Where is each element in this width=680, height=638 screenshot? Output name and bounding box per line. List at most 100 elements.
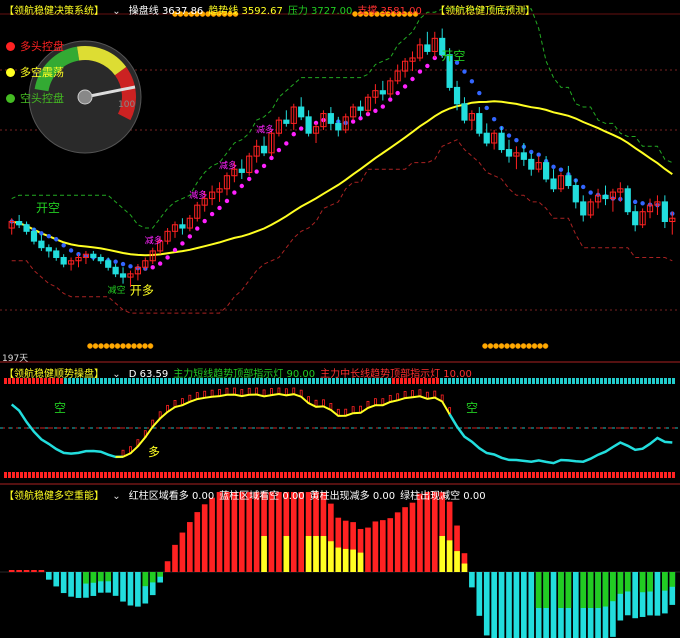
candle-body <box>238 168 245 173</box>
energy-bar-yellow <box>357 552 364 572</box>
signal-stripe-top <box>528 378 531 384</box>
operate-dot <box>54 237 59 242</box>
signal-stripe-top <box>636 378 639 384</box>
panel1-title2[interactable]: 【领航稳健顶底预测】 <box>435 6 535 17</box>
signal-stripe-bottom <box>52 472 55 478</box>
signal-stripe-bottom <box>316 472 319 478</box>
signal-stripe-bottom <box>292 472 295 478</box>
energy-bar-red <box>372 521 379 572</box>
operate-dot <box>113 259 118 264</box>
energy-bar-blue <box>476 572 483 616</box>
panel2-title[interactable]: 【领航稳健顺势操盘】 <box>4 369 104 380</box>
operate-dot <box>46 234 52 239</box>
signal-stripe-bottom <box>84 472 87 478</box>
panel3-header: 【领航稳健多空重能】 ⌄ 红柱区域看多 0.00 蓝柱区域看空 0.00 黄柱出现减… <box>4 487 496 502</box>
signal-stripe-bottom <box>20 472 23 478</box>
candle-body <box>453 86 461 105</box>
energy-bar-green <box>83 572 89 584</box>
operate-dot <box>165 255 170 260</box>
energy-bar-green <box>587 572 594 608</box>
chevron-down-icon[interactable]: ⌄ <box>112 6 120 17</box>
panel2-item-2: 主力中长线趋势顶部指示灯 10.00 <box>320 369 472 380</box>
operate-dot <box>514 138 519 143</box>
operate-dot <box>588 190 593 195</box>
signal-stripe-bottom <box>616 472 619 478</box>
annotation-label: 减空 <box>108 284 126 296</box>
signal-stripe-bottom <box>192 472 195 478</box>
kd-bar <box>232 387 236 395</box>
candle-body <box>520 152 527 160</box>
annotation-label: 减多 <box>256 123 274 135</box>
chevron-down-icon[interactable]: ⌄ <box>112 369 120 380</box>
signal-stripe-top <box>572 378 575 384</box>
signal-stripe-bottom <box>244 472 247 478</box>
signal-stripe-bottom <box>592 472 595 478</box>
energy-bar-red <box>290 492 297 572</box>
signal-stripe-bottom <box>256 472 259 478</box>
signal-stripe-bottom <box>88 472 91 478</box>
candle-body <box>357 106 364 111</box>
signal-stripe-bottom <box>644 472 647 478</box>
signal-stripe-top <box>628 378 631 384</box>
energy-bar-green <box>617 572 624 594</box>
energy-bar-red <box>365 527 371 572</box>
energy-bar-red <box>194 512 201 572</box>
signal-stripe-bottom <box>372 472 375 478</box>
candle-body <box>45 247 52 252</box>
energy-bar-red <box>246 492 253 572</box>
energy-bar-yellow <box>439 536 446 572</box>
signal-stripe-top <box>580 378 583 384</box>
signal-stripe-bottom <box>400 472 403 478</box>
energy-bar-yellow <box>446 540 453 572</box>
signal-stripe-bottom <box>176 472 179 478</box>
signal-stripe-top <box>568 378 571 384</box>
panel1-item-0: 操盘线 3637.86 <box>128 6 204 17</box>
panel2-item-0: D 63.59 <box>128 369 169 380</box>
signal-stripe-bottom <box>544 472 547 478</box>
signal-stripe-top <box>612 378 615 384</box>
panel1-title[interactable]: 【领航稳健决策系统】 <box>4 6 104 17</box>
signal-stripe-top <box>592 378 595 384</box>
gold-marker <box>498 343 505 349</box>
panel3-title[interactable]: 【领航稳健多空重能】 <box>4 491 104 502</box>
operate-dot <box>261 163 267 169</box>
operate-dot <box>298 126 304 131</box>
panel2-annotation: 多 <box>148 445 160 459</box>
signal-stripe-bottom <box>144 472 147 478</box>
energy-bar-red <box>8 570 15 572</box>
candle-body <box>53 250 60 258</box>
signal-stripe-top <box>560 378 563 384</box>
signal-stripe-top <box>640 378 643 384</box>
energy-bar-yellow <box>261 536 267 572</box>
signal-stripe-top <box>552 378 555 384</box>
gold-marker <box>98 343 104 349</box>
energy-bar-blue <box>469 572 475 588</box>
operate-dot <box>425 63 430 69</box>
energy-bar-green <box>157 572 163 577</box>
signal-stripe-bottom <box>664 472 667 478</box>
signal-stripe-top <box>556 378 559 384</box>
operate-dot <box>195 226 200 231</box>
energy-bar-green <box>142 572 149 587</box>
energy-bar-red <box>31 570 37 572</box>
signal-stripe-bottom <box>488 472 491 478</box>
signal-stripe-top <box>616 378 619 384</box>
chevron-down-icon[interactable]: ⌄ <box>112 491 120 502</box>
legend-item-1: 多空震荡 <box>6 64 64 80</box>
panel3-item-2: 黄柱出现减多 0.00 <box>309 491 396 502</box>
operate-dot <box>247 176 252 182</box>
energy-bar-blue <box>521 572 527 638</box>
gold-marker <box>531 343 538 349</box>
signal-stripe-top <box>604 378 607 384</box>
candle-body <box>528 158 535 170</box>
candle-body <box>23 224 30 232</box>
signal-stripe-top <box>632 378 635 384</box>
gold-marker <box>509 343 516 349</box>
legend-label: 空头控盘 <box>20 92 64 105</box>
signal-stripe-top <box>660 378 663 384</box>
signal-stripe-top <box>536 378 539 384</box>
signal-stripe-bottom <box>132 472 135 478</box>
operate-dot <box>395 90 400 96</box>
signal-stripe-bottom <box>456 472 459 478</box>
signal-stripe-top <box>508 378 511 384</box>
